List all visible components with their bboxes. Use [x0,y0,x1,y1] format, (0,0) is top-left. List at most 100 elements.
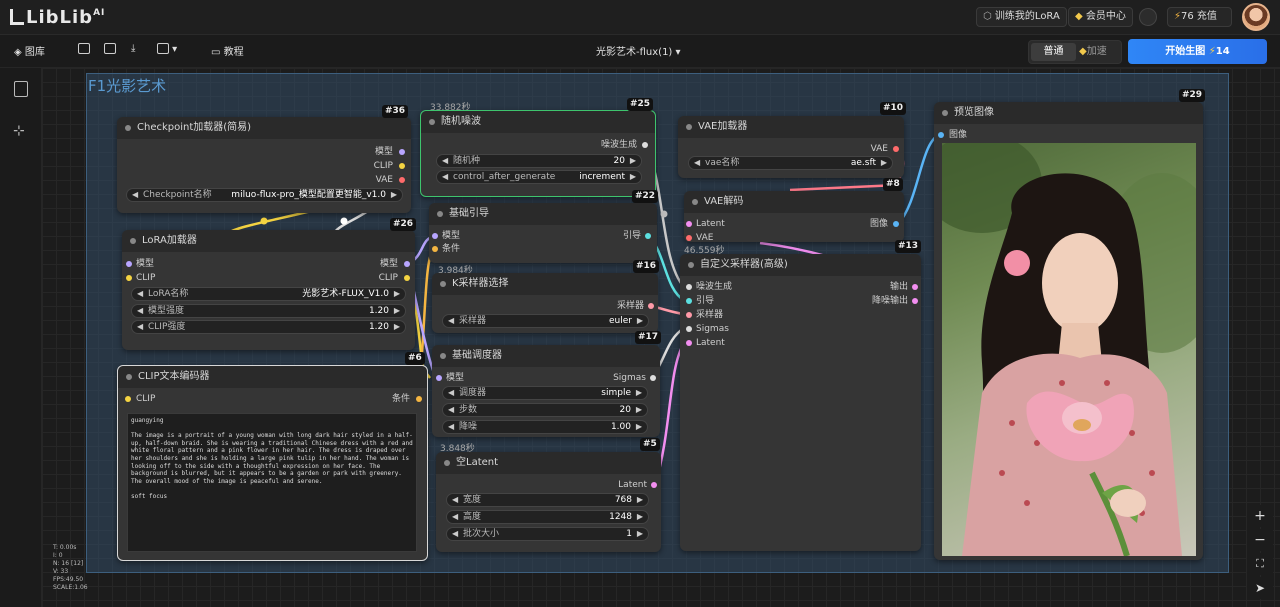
control-after-generate-widget[interactable]: ◀ control_after_generate increment ▶ [436,170,642,184]
node-title: VAE解码 [704,196,744,207]
node-ksampler-select[interactable]: K采样器选择 采样器 ◀ 采样器 euler ▶ [432,273,658,333]
denoise-widget[interactable]: ◀ 降噪 1.00 ▶ [442,420,648,434]
input-image-port[interactable] [938,132,944,138]
input-guider-label: 引导 [696,296,715,306]
output-label: 输出 [889,282,908,292]
input-guider-port[interactable] [686,298,692,304]
sampler-name-widget[interactable]: ◀ 采样器 euler ▶ [442,314,649,328]
scheduler-widget[interactable]: ◀ 调度器 simple ▶ [442,386,648,400]
prompt-textarea[interactable]: guangying The image is a portrait of a y… [127,413,417,552]
output-denoised-port[interactable] [912,298,918,304]
node-random-noise[interactable]: 随机噪波 噪波生成 ◀ 随机种 20 ▶ ◀ control_after_generat… [420,110,656,197]
node-basic-guider[interactable]: 基础引导 模型 条件 引导 [429,203,657,263]
output-vae-port[interactable] [893,146,899,152]
node-checkpoint-loader[interactable]: Checkpoint加载器(简易) 模型 CLIP VAE ◀ Checkpoin… [117,117,411,213]
node-title: CLIP文本编码器 [138,371,210,382]
node-title: 预览图像 [954,107,994,118]
output-noise-port[interactable] [642,142,648,148]
node-basic-scheduler[interactable]: 基础调度器 模型 Sigmas ◀ 调度器 simple ▶ ◀ 步数 20 ▶ ◀ 降噪 1.… [432,345,660,437]
node-empty-latent[interactable]: 空Latent Latent ◀ 宽度 768 ▶ ◀ 高度 1248 ▶ ◀ 批次大小 1 ▶ [436,452,661,552]
widget-value: 1 [626,529,632,539]
clip-strength-widget[interactable]: ◀ CLIP强度 1.20 ▶ [131,320,406,334]
node-lora-loader[interactable]: LoRA加载器 模型 CLIP 模型 CLIP ◀ LoRA名称 光影艺术-FLUX… [122,230,415,350]
input-latent-port[interactable] [686,221,692,227]
node-header[interactable]: K采样器选择 [432,273,658,295]
output-image-port[interactable] [893,221,899,227]
node-header[interactable]: 随机噪波 [421,111,655,133]
locate-icon[interactable]: ➤ [1247,577,1273,599]
model-strength-widget[interactable]: ◀ 模型强度 1.20 ▶ [131,304,406,318]
output-vae-port[interactable] [399,177,405,183]
node-badge: #29 [1179,89,1206,102]
node-title: VAE加载器 [698,121,748,132]
widget-label: 步数 [459,405,478,415]
widget-label: 高度 [463,512,482,522]
input-sampler-port[interactable] [686,312,692,318]
output-model-label: 模型 [379,259,398,269]
node-badge: #13 [895,240,922,253]
output-guider-port[interactable] [645,233,651,239]
input-clip-port[interactable] [126,275,132,281]
width-widget[interactable]: ◀ 宽度 768 ▶ [446,493,649,507]
input-model-label: 模型 [136,259,155,269]
widget-label: vae名称 [705,158,740,168]
seed-widget[interactable]: ◀ 随机种 20 ▶ [436,154,642,168]
output-latent-port[interactable] [651,482,657,488]
widget-value: 光影艺术-FLUX_V1.0 [302,289,389,299]
node-header[interactable]: VAE解码 [684,191,904,213]
output-vae-label: VAE [375,175,393,185]
node-badge: #26 [390,218,417,231]
node-header[interactable]: CLIP文本编码器 [118,366,427,388]
node-header[interactable]: 自定义采样器(高级) [680,254,921,276]
input-latent-port[interactable] [686,340,692,346]
widget-value: 20 [613,156,625,166]
vae-name-widget[interactable]: ◀ vae名称 ae.sft ▶ [688,156,893,170]
fit-view-icon[interactable]: ⛶ [1247,553,1273,575]
lora-name-widget[interactable]: ◀ LoRA名称 光影艺术-FLUX_V1.0 ▶ [131,287,406,301]
input-latent-label: Latent [696,338,725,348]
widget-value: 1.20 [368,306,389,316]
node-header[interactable]: 基础引导 [429,203,657,225]
node-badge: #25 [627,98,654,111]
zoom-out-icon[interactable]: − [1247,529,1273,551]
output-sigmas-port[interactable] [650,375,656,381]
node-header[interactable]: 基础调度器 [432,345,660,367]
node-header[interactable]: 预览图像 [934,102,1203,124]
node-badge: #10 [880,102,907,115]
input-noise-port[interactable] [686,284,692,290]
input-conditioning-port[interactable] [432,246,438,252]
input-vae-port[interactable] [686,235,692,241]
node-header[interactable]: LoRA加载器 [122,230,415,252]
output-clip-port[interactable] [404,275,410,281]
input-model-port[interactable] [432,233,438,239]
input-clip-port[interactable] [125,396,131,402]
output-sampler-port[interactable] [648,303,654,309]
output-model-port[interactable] [404,261,410,267]
node-vae-decode[interactable]: VAE解码 Latent VAE 图像 [684,191,904,243]
node-title: 空Latent [456,457,499,468]
output-conditioning-port[interactable] [416,396,422,402]
output-port[interactable] [912,284,918,290]
checkpoint-name-widget[interactable]: ◀ Checkpoint名称 miluo-flux-pro_模型配置更智能_v1.0… [126,188,403,202]
node-vae-loader[interactable]: VAE加载器 VAE ◀ vae名称 ae.sft ▶ [678,116,904,178]
input-model-port[interactable] [436,375,442,381]
input-vae-label: VAE [696,233,714,243]
output-model-port[interactable] [399,149,405,155]
node-header[interactable]: VAE加载器 [678,116,904,138]
height-widget[interactable]: ◀ 高度 1248 ▶ [446,510,649,524]
output-clip-label: CLIP [373,161,393,171]
node-custom-sampler-advanced[interactable]: 自定义采样器(高级) 噪波生成 引导 采样器 Sigmas Latent 输出 … [680,254,921,551]
node-header[interactable]: Checkpoint加载器(简易) [117,117,411,139]
input-image-label: 图像 [949,130,968,140]
preview-image [942,143,1196,556]
output-clip-port[interactable] [399,163,405,169]
node-header[interactable]: 空Latent [436,452,661,474]
input-sigmas-port[interactable] [686,326,692,332]
zoom-in-icon[interactable]: + [1247,505,1273,527]
batch-size-widget[interactable]: ◀ 批次大小 1 ▶ [446,527,649,541]
widget-value: 1248 [609,512,632,522]
steps-widget[interactable]: ◀ 步数 20 ▶ [442,403,648,417]
node-badge: #17 [635,331,662,344]
input-model-label: 模型 [442,231,461,241]
input-model-port[interactable] [126,261,132,267]
